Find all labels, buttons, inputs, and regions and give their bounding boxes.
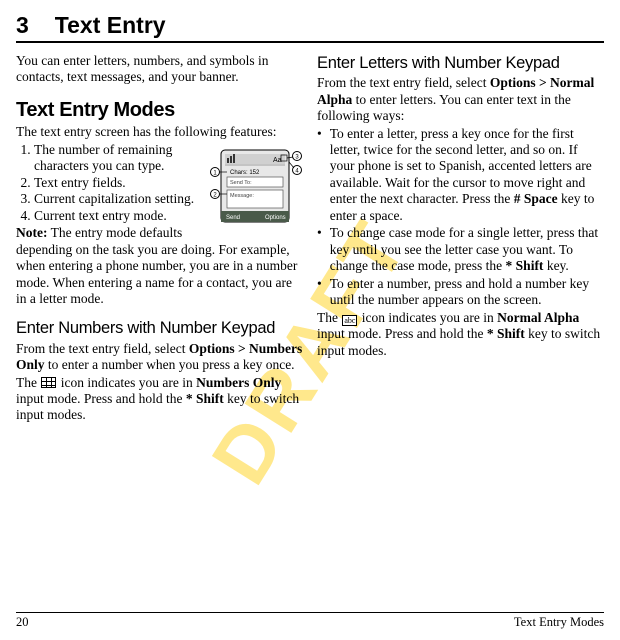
ways-list: • To enter a letter, press a key once fo… — [317, 126, 604, 309]
heading-enter-numbers: Enter Numbers with Number Keypad — [16, 318, 303, 338]
svg-text:Aa: Aa — [273, 157, 282, 164]
phone-figure: Aa Chars: 152 Send To: — [207, 144, 303, 228]
chapter-header: 3 Text Entry — [16, 12, 604, 43]
svg-text:Send To:: Send To: — [230, 180, 252, 186]
note-body: The entry mode defaults depending on the… — [16, 225, 297, 306]
svg-text:Options: Options — [265, 215, 286, 221]
column-right: Enter Letters with Number Keypad From th… — [317, 53, 604, 425]
svg-text:Message:: Message: — [230, 193, 254, 199]
page-content: 3 Text Entry You can enter letters, numb… — [16, 12, 604, 425]
heading-enter-letters: Enter Letters with Number Keypad — [317, 53, 604, 73]
page-footer: 20 Text Entry Modes — [16, 612, 604, 630]
numbers-mode-note: The icon indicates you are in Numbers On… — [16, 375, 303, 424]
page-number: 20 — [16, 615, 29, 630]
note-line: Note: The entry mode defaults depending … — [16, 225, 303, 307]
alpha-mode-icon: abc — [342, 315, 357, 326]
numbers-mode-icon — [41, 377, 56, 388]
ways-item-2: • To change case mode for a single lette… — [317, 225, 604, 274]
chapter-title: Text Entry — [55, 12, 166, 39]
fig-chars-label: Chars: 152 — [230, 170, 260, 176]
heading-modes: Text Entry Modes — [16, 98, 303, 122]
ways-item-1: • To enter a letter, press a key once fo… — [317, 126, 604, 225]
chapter-number: 3 — [16, 12, 29, 39]
enter-letters-lead: From the text entry field, select Option… — [317, 75, 604, 124]
footer-section: Text Entry Modes — [514, 615, 604, 630]
enter-numbers-body: From the text entry field, select Option… — [16, 341, 303, 374]
features-lead: The text entry screen has the following … — [16, 124, 303, 140]
column-left: You can enter letters, numbers, and symb… — [16, 53, 303, 425]
note-label: Note: — [16, 225, 47, 240]
alpha-mode-note: The abc icon indicates you are in Normal… — [317, 310, 604, 359]
ways-item-3: • To enter a number, press and hold a nu… — [317, 276, 604, 309]
intro-text: You can enter letters, numbers, and symb… — [16, 53, 303, 86]
svg-text:Send: Send — [226, 215, 240, 221]
